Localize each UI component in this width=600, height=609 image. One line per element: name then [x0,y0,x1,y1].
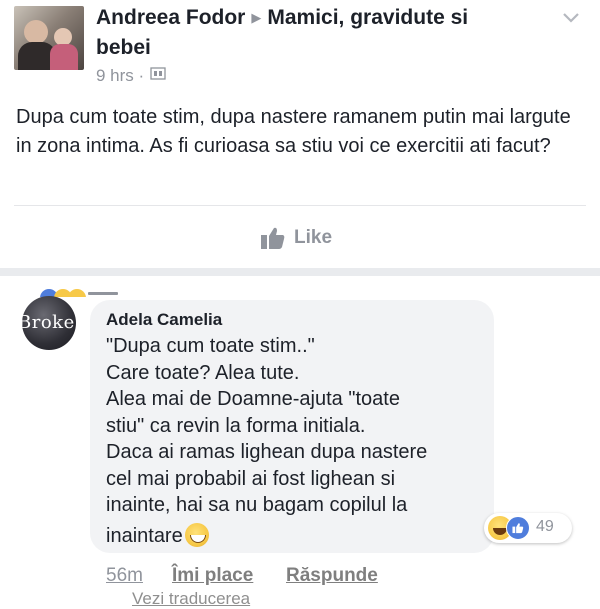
like-label: Like [294,227,333,248]
post-body: Dupa cum toate stim, dupa nastere ramane… [16,106,571,157]
comment-line: Alea mai de Doamne-ajuta "toate [106,388,400,410]
comment-line: Daca ai ramas lighean dupa nastere [106,441,428,463]
comment-line: cel mai probabil ai fost lighean si [106,467,396,490]
reaction-count: 49 [536,518,554,535]
comment-line: Care toate? Alea tute. [106,361,300,384]
commenter-name[interactable]: Adela Camelia [106,310,222,330]
post-time[interactable]: 9 hrs [96,66,134,85]
like-reaction-icon [506,516,530,540]
thumbs-up-icon [261,227,285,249]
like-button[interactable]: Like [260,222,332,254]
comment-reply-button[interactable]: Răspunde [286,565,378,587]
author-name[interactable]: Andreea Fodor [96,6,245,29]
previous-comment-peek [40,283,160,297]
author-avatar[interactable] [14,6,84,70]
section-gap [0,268,600,276]
comment-line: inaintare [106,524,183,547]
chevron-down-icon[interactable] [560,6,582,28]
comment-line: "Dupa cum toate stim.." [106,335,315,357]
comment-line: stiu" ca revin la forma initiala. [106,414,366,437]
post: Andreea Fodor ▶ Mamici, gravidute si bebei… [0,0,600,268]
group-privacy-icon [150,67,166,83]
post-header: Andreea Fodor ▶ Mamici, gravidute si [96,4,468,32]
grinning-emoji-icon [184,522,209,547]
commenter-avatar[interactable]: Broke [22,296,76,350]
group-name-continued[interactable]: bebei [96,34,151,62]
see-translation-link[interactable]: Vezi traducerea [132,589,250,609]
comment-line: inainte, hai sa nu bagam copilul la [106,494,408,516]
reaction-summary[interactable]: 49 [484,513,572,543]
comment-text: "Dupa cum toate stim.." Care toate? Alea… [106,333,486,549]
comment-like-button[interactable]: Îmi place [172,565,253,587]
comment-time[interactable]: 56m [106,565,143,587]
post-meta: 9 hrs · [96,66,166,86]
divider [14,205,586,206]
group-name[interactable]: Mamici, gravidute si [267,6,468,29]
avatar-text: Broke [22,312,75,333]
shared-to-arrow-icon: ▶ [251,10,262,26]
